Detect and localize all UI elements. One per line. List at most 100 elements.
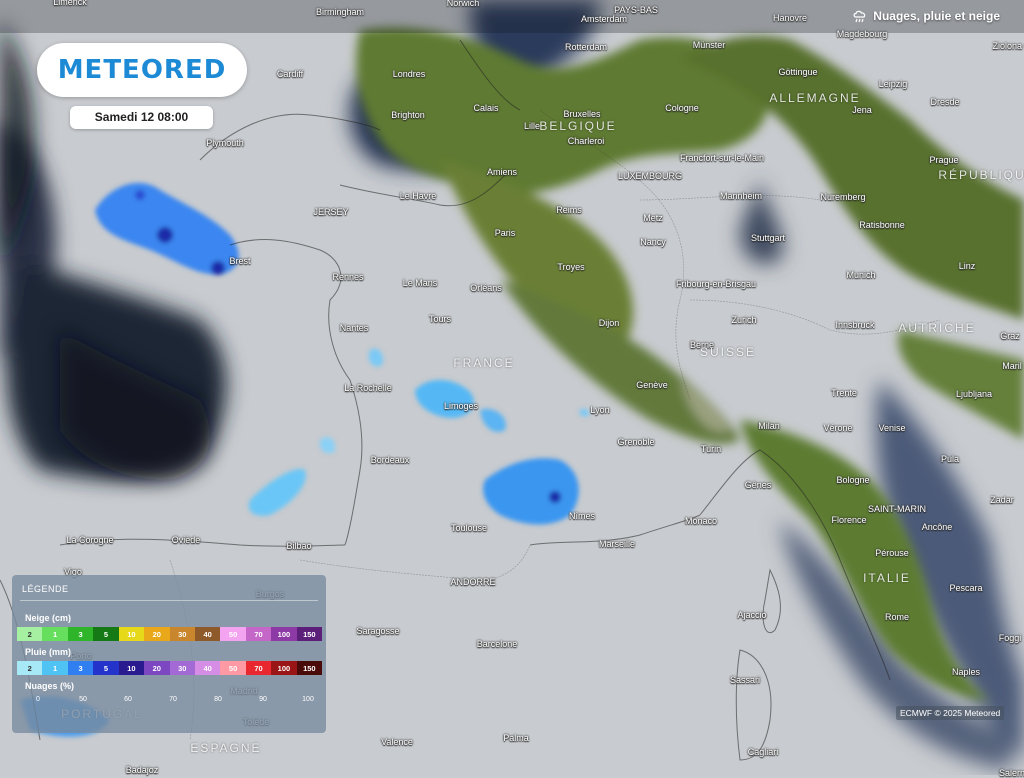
legend-swatch: 5 bbox=[93, 627, 119, 641]
city-label: Venise bbox=[878, 423, 906, 433]
legend-swatch: 70 bbox=[245, 627, 272, 641]
city-label: Dijon bbox=[598, 318, 620, 328]
city-label: Limoges bbox=[443, 401, 479, 411]
city-label: SAINT-MARIN bbox=[867, 504, 927, 514]
data-credit: ECMWF © 2025 Meteored bbox=[896, 706, 1005, 720]
city-label: Vérone bbox=[823, 423, 853, 433]
layer-selector[interactable]: Nuages, pluie et neige bbox=[852, 9, 1000, 23]
legend-swatch: 100 bbox=[271, 661, 297, 675]
city-label: Rome bbox=[884, 612, 910, 622]
city-label: Nuremberg bbox=[820, 192, 866, 202]
legend-swatch: 30 bbox=[169, 627, 195, 641]
city-label: Grenoble bbox=[617, 437, 655, 447]
city-label: Oviède bbox=[171, 535, 201, 545]
meteored-logo[interactable]: METEORED bbox=[37, 43, 247, 97]
city-label: Magdebourg bbox=[836, 29, 888, 39]
city-label: Badajoz bbox=[125, 765, 159, 775]
legend-swatch: 1 bbox=[42, 627, 68, 641]
city-label: Innsbruck bbox=[835, 320, 875, 330]
city-label: Nîmes bbox=[568, 511, 596, 521]
city-label: Zurich bbox=[731, 315, 757, 325]
city-label: Brest bbox=[229, 256, 251, 266]
country-label: FRANCE bbox=[453, 356, 515, 370]
city-label: Troyes bbox=[557, 262, 585, 272]
city-label: JERSEY bbox=[313, 207, 349, 217]
snow-scale: 2 1 3 5 10 20 30 40 50 70 100 150 bbox=[17, 627, 323, 641]
cloud-tick: 80 bbox=[214, 696, 222, 703]
country-label: SUISSE bbox=[699, 345, 757, 359]
city-label: Ajaccio bbox=[737, 610, 767, 620]
cloud-tick: 90 bbox=[259, 696, 267, 703]
city-label: Ljubljana bbox=[955, 389, 993, 399]
city-label: Pula bbox=[940, 454, 960, 464]
city-label: Lyon bbox=[590, 405, 610, 415]
legend-swatch: 40 bbox=[194, 661, 221, 675]
city-label: Barcelone bbox=[476, 639, 518, 649]
cloud-tick: 70 bbox=[169, 696, 177, 703]
city-label: Cardiff bbox=[276, 69, 304, 79]
legend-swatch: 70 bbox=[245, 661, 272, 675]
city-label: Göttingue bbox=[778, 67, 818, 77]
rain-scale: 2 1 3 5 10 20 30 40 50 70 100 150 bbox=[17, 661, 323, 675]
city-label: Sassari bbox=[729, 675, 761, 685]
city-label: Leipzig bbox=[878, 79, 908, 89]
city-label: Brighton bbox=[391, 110, 425, 120]
city-label: Calais bbox=[473, 103, 499, 113]
city-label: Maril bbox=[1002, 361, 1022, 371]
city-label: Foggi bbox=[998, 633, 1022, 643]
city-label: Francfort-sur-le-Main bbox=[679, 153, 765, 163]
city-label: Nantes bbox=[339, 323, 369, 333]
city-label: PAYS-BAS bbox=[614, 5, 658, 15]
cloud-scale-label: Nuages (%) bbox=[25, 681, 75, 691]
logo-text: METEORED bbox=[57, 55, 227, 85]
rain-scale-label: Pluie (mm) bbox=[25, 647, 72, 657]
snow-scale-label: Neige (cm) bbox=[25, 613, 72, 623]
city-label: Milan bbox=[758, 421, 780, 431]
legend-swatch: 50 bbox=[220, 661, 246, 675]
city-label: Amsterdam bbox=[580, 14, 628, 24]
cloud-tick: 100 bbox=[302, 696, 314, 703]
city-label: Mannheim bbox=[719, 191, 763, 201]
city-label: Charleroi bbox=[567, 136, 605, 146]
legend-swatch: 10 bbox=[118, 661, 145, 675]
city-label: Limerick bbox=[53, 0, 87, 7]
legend-swatch: 3 bbox=[67, 627, 94, 641]
layer-title-text: Nuages, pluie et neige bbox=[873, 9, 1000, 23]
city-label: Orléans bbox=[470, 283, 502, 293]
country-label: AUTRICHE bbox=[898, 321, 976, 335]
city-label: Munich bbox=[846, 270, 876, 280]
city-label: Hanovre bbox=[772, 13, 808, 23]
city-label: Tours bbox=[428, 314, 452, 324]
city-label: La Rochelle bbox=[344, 383, 392, 393]
cloud-scale-ticks: 0 50 60 70 80 90 100 bbox=[14, 696, 314, 706]
legend-panel: LÉGENDE Neige (cm) 2 1 3 5 10 20 30 40 50 70 100 15… bbox=[12, 575, 326, 733]
city-label: Linz bbox=[958, 261, 976, 271]
city-label: Pescara bbox=[949, 583, 983, 593]
city-label: Valence bbox=[381, 737, 413, 747]
city-label: Palma bbox=[503, 733, 529, 743]
city-label: Turin bbox=[700, 444, 722, 454]
legend-swatch: 2 bbox=[17, 627, 43, 641]
city-label: Paris bbox=[494, 228, 516, 238]
city-label: Dresde bbox=[930, 97, 960, 107]
city-label: Le Havre bbox=[399, 191, 437, 201]
city-label: Pérouse bbox=[875, 548, 909, 558]
date-time-selector[interactable]: Samedi 12 08:00 bbox=[70, 106, 213, 129]
city-label: Nancy bbox=[640, 237, 666, 247]
city-label: Londres bbox=[392, 69, 426, 79]
city-label: Rennes bbox=[332, 272, 364, 282]
city-label: Le Mans bbox=[402, 278, 438, 288]
legend-swatch: 3 bbox=[67, 661, 94, 675]
legend-swatch: 30 bbox=[169, 661, 195, 675]
city-label: Toulouse bbox=[450, 523, 488, 533]
city-label: Bologne bbox=[836, 475, 870, 485]
city-label: Ancône bbox=[921, 522, 953, 532]
city-label: Prague bbox=[929, 155, 959, 165]
legend-swatch: 20 bbox=[144, 661, 170, 675]
city-label: Stuttgart bbox=[750, 233, 786, 243]
city-label: Bilbao bbox=[286, 541, 312, 551]
legend-swatch: 100 bbox=[271, 627, 297, 641]
city-label: Münster bbox=[692, 40, 726, 50]
city-label: Fribourg-en-Brisgau bbox=[675, 279, 757, 289]
city-label: ANDORRE bbox=[450, 577, 496, 587]
